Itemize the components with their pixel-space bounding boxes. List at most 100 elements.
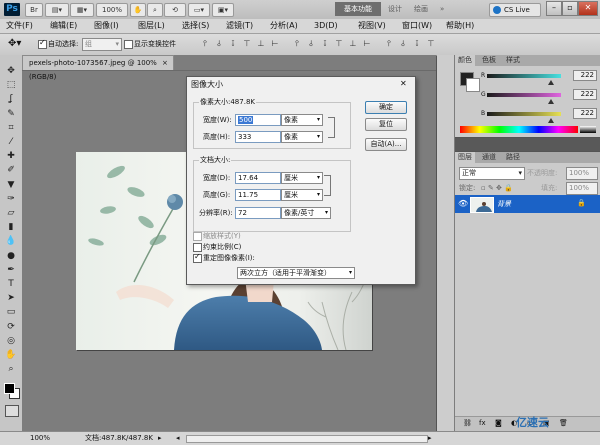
layer-row-background[interactable]: 👁 背景 🔒 (455, 195, 600, 213)
align-icon[interactable]: ⫱ (412, 39, 422, 49)
blend-mode-select[interactable]: 正常 ▾ (459, 167, 525, 180)
width-input[interactable]: 500 (235, 114, 281, 126)
align-icon[interactable]: ⫱ (228, 39, 238, 49)
move-tool-icon[interactable]: ✥ (4, 65, 18, 77)
align-icon[interactable]: ⫯ (292, 39, 302, 49)
align-icon[interactable]: ⫯ (200, 39, 210, 49)
screen-mode-icon[interactable]: ▣▾ (212, 3, 234, 17)
type-tool-icon[interactable]: T (4, 278, 18, 290)
red-slider-thumb[interactable] (548, 78, 555, 87)
align-icon[interactable]: ⊢ (270, 39, 280, 49)
show-transform-checkbox[interactable] (124, 40, 133, 49)
zoom-tool-icon[interactable]: ⌕ (4, 363, 18, 375)
quick-mask-icon[interactable] (5, 405, 19, 417)
background-color-swatch[interactable] (466, 78, 480, 92)
menu-item[interactable]: 帮助(H) (446, 21, 474, 31)
menu-item[interactable]: 编辑(E) (50, 21, 77, 31)
blue-value[interactable]: 222 (573, 108, 597, 119)
hand-tool-icon[interactable]: ✋ (4, 349, 18, 361)
workspace-more-icon[interactable]: » (440, 3, 444, 15)
zoom-level-select[interactable]: 100% (96, 3, 128, 17)
resolution-input[interactable]: 72 (235, 207, 281, 219)
green-value[interactable]: 222 (573, 89, 597, 100)
scale-styles-checkbox[interactable] (193, 232, 202, 241)
pen-tool-icon[interactable]: ✒ (4, 264, 18, 276)
path-select-tool-icon[interactable]: ➤ (4, 292, 18, 304)
menu-item[interactable]: 滤镜(T) (226, 21, 253, 31)
dialog-titlebar[interactable]: 图像大小 ✕ (187, 77, 415, 91)
ok-button[interactable]: 确定 (365, 101, 407, 114)
align-icon[interactable]: ⊥ (348, 39, 358, 49)
lock-icons[interactable]: ▫ ✎ ✥ 🔒 (481, 183, 513, 193)
layers-tab[interactable]: 通道 (479, 152, 499, 163)
menu-item[interactable]: 图像(I) (94, 21, 119, 31)
align-icon[interactable]: ⫰ (306, 39, 316, 49)
layers-tab[interactable]: 图层 (455, 152, 475, 163)
width-unit-select[interactable]: 像素 ▾ (281, 114, 323, 126)
align-icon[interactable]: ⫱ (320, 39, 330, 49)
menu-item[interactable]: 图层(L) (138, 21, 165, 31)
opacity-input[interactable]: 100% (566, 167, 598, 180)
mask-icon[interactable]: ◙ (495, 419, 502, 427)
3d-rotate-tool-icon[interactable]: ⟳ (4, 321, 18, 333)
fill-input[interactable]: 100% (566, 182, 598, 195)
hand-tool-icon[interactable]: ✋ (130, 3, 146, 17)
document-tab[interactable]: pexels-photo-1073567.jpeg @ 100%(RGB/8) … (22, 55, 174, 81)
doc-width-unit-select[interactable]: 厘米 ▾ (281, 172, 323, 184)
extras-icon[interactable]: ▦▾ (70, 3, 94, 17)
minibridge-icon[interactable]: ▤▾ (45, 3, 69, 17)
resample-checkbox[interactable] (193, 252, 202, 263)
layers-tab[interactable]: 路径 (503, 152, 523, 163)
spot-heal-tool-icon[interactable]: ✚ (4, 150, 18, 162)
eraser-tool-icon[interactable]: ▱ (4, 207, 18, 219)
resolution-unit-select[interactable]: 像素/英寸 ▾ (281, 207, 331, 219)
maximize-button[interactable]: ▫ (562, 1, 578, 16)
align-icon[interactable]: ⊤ (426, 39, 436, 49)
crop-tool-icon[interactable]: ⌗ (4, 122, 18, 134)
align-icon[interactable]: ⫰ (214, 39, 224, 49)
green-slider-thumb[interactable] (548, 97, 555, 106)
cs-live-button[interactable]: CS Live (489, 3, 541, 17)
grayscale-ramp[interactable] (580, 126, 596, 133)
document-close-icon[interactable]: × (162, 56, 168, 70)
marquee-tool-icon[interactable]: ⬚ (4, 79, 18, 91)
horizontal-scrollbar[interactable] (186, 435, 428, 443)
menu-item[interactable]: 分析(A) (270, 21, 298, 31)
align-icon[interactable]: ⊢ (362, 39, 372, 49)
eye-icon[interactable]: 👁 (458, 199, 468, 208)
align-icon[interactable]: ⊤ (242, 39, 252, 49)
dialog-close-icon[interactable]: ✕ (400, 79, 407, 88)
auto-select-target-select[interactable]: 组 ▾ (82, 38, 122, 51)
color-tab[interactable]: 色板 (479, 55, 499, 66)
clone-stamp-tool-icon[interactable]: ▼ (4, 179, 18, 191)
fx-icon[interactable]: fx (479, 419, 486, 427)
align-icon[interactable]: ⫯ (384, 39, 394, 49)
menu-item[interactable]: 窗口(W) (402, 21, 432, 31)
close-button[interactable]: ✕ (578, 1, 598, 16)
menu-item[interactable]: 视图(V) (358, 21, 386, 31)
constrain-proportions-checkbox[interactable] (193, 243, 202, 252)
doc-height-input[interactable]: 11.75 (235, 189, 281, 201)
lasso-tool-icon[interactable]: ʆ (4, 93, 18, 105)
foreground-color-icon[interactable] (4, 383, 15, 394)
blur-tool-icon[interactable]: 💧 (4, 235, 18, 247)
doc-height-unit-select[interactable]: 厘米 ▾ (281, 189, 323, 201)
history-brush-tool-icon[interactable]: ✑ (4, 193, 18, 205)
menu-item[interactable]: 文件(F) (6, 21, 33, 31)
align-icon[interactable]: ⫰ (398, 39, 408, 49)
dodge-tool-icon[interactable]: ● (4, 250, 18, 262)
auto-button[interactable]: 自动(A)... (365, 138, 407, 151)
reset-button[interactable]: 复位 (365, 118, 407, 131)
gradient-tool-icon[interactable]: ▮ (4, 221, 18, 233)
red-value[interactable]: 222 (573, 70, 597, 81)
minimize-button[interactable]: – (546, 1, 562, 16)
height-input[interactable]: 333 (235, 131, 281, 143)
status-zoom[interactable]: 100% (30, 432, 50, 444)
zoom-tool-icon[interactable]: ⌕ (147, 3, 163, 17)
color-tab[interactable]: 样式 (503, 55, 523, 66)
brush-tool-icon[interactable]: ✐ (4, 164, 18, 176)
eyedropper-tool-icon[interactable]: ⁄ (4, 136, 18, 148)
link-layers-icon[interactable]: ⛓ (463, 419, 472, 427)
scroll-left-icon[interactable]: ◂ (176, 432, 180, 444)
move-tool-preset-icon[interactable]: ✥▾ (8, 38, 21, 49)
